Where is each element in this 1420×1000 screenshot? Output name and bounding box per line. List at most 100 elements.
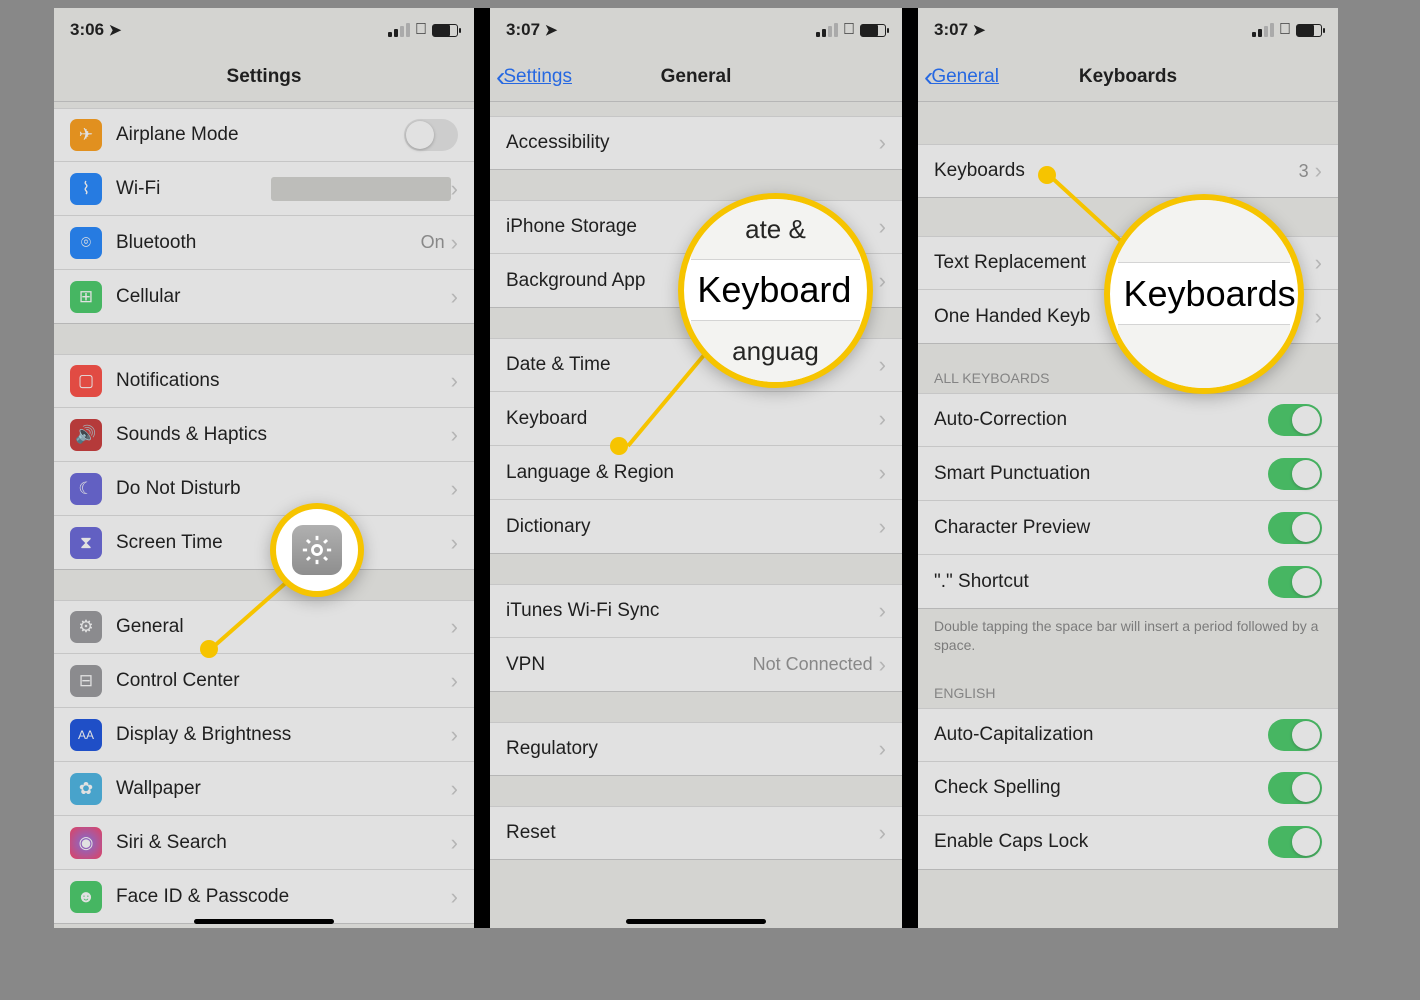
dnd-icon: ☾	[70, 473, 102, 505]
mag-text: anguag	[732, 336, 819, 367]
back-label: General	[931, 66, 999, 88]
row-label: Dictionary	[506, 516, 879, 538]
settings-gear-icon	[292, 525, 342, 575]
row-check-spelling[interactable]: Check Spelling	[918, 762, 1338, 816]
airplane-toggle[interactable]	[404, 119, 458, 151]
screentime-icon: ⧗	[70, 527, 102, 559]
row-itunes-sync[interactable]: iTunes Wi-Fi Sync›	[490, 584, 902, 638]
chevron-right-icon: ›	[451, 776, 458, 802]
row-sounds[interactable]: 🔊 Sounds & Haptics ›	[54, 408, 474, 462]
row-label: Enable Caps Lock	[934, 831, 1268, 853]
row-label: Control Center	[116, 670, 451, 692]
row-smart-punctuation[interactable]: Smart Punctuation	[918, 447, 1338, 501]
row-auto-cap[interactable]: Auto-Capitalization	[918, 708, 1338, 762]
row-wallpaper[interactable]: ✿ Wallpaper ›	[54, 762, 474, 816]
row-language-region[interactable]: Language & Region›	[490, 446, 902, 500]
row-notifications[interactable]: ▢ Notifications ›	[54, 354, 474, 408]
row-label: Airplane Mode	[116, 124, 404, 146]
chevron-right-icon: ›	[879, 460, 886, 486]
row-siri[interactable]: ◉ Siri & Search ›	[54, 816, 474, 870]
back-button[interactable]: ‹General	[924, 52, 999, 102]
row-dictionary[interactable]: Dictionary›	[490, 500, 902, 554]
row-label: iTunes Wi-Fi Sync	[506, 600, 879, 622]
location-icon: ➤	[545, 21, 558, 39]
battery-icon	[1296, 24, 1322, 37]
row-keyboard[interactable]: Keyboard›	[490, 392, 902, 446]
chevron-right-icon: ›	[879, 514, 886, 540]
row-label: Bluetooth	[116, 232, 421, 254]
row-label: Character Preview	[934, 517, 1268, 539]
location-icon: ➤	[109, 21, 122, 39]
row-label: Smart Punctuation	[934, 463, 1268, 485]
wifi-status-icon: 􀙇	[1279, 21, 1291, 39]
row-label: Do Not Disturb	[116, 478, 451, 500]
toggle[interactable]	[1268, 566, 1322, 598]
chevron-right-icon: ›	[451, 530, 458, 556]
toggle[interactable]	[1268, 512, 1322, 544]
chevron-right-icon: ›	[451, 668, 458, 694]
row-auto-correction[interactable]: Auto-Correction	[918, 393, 1338, 447]
status-bar: 3:06 ➤ 􀙇	[54, 8, 474, 52]
row-accessibility[interactable]: Accessibility›	[490, 116, 902, 170]
nav-bar: ‹General Keyboards	[918, 52, 1338, 102]
callout-magnifier	[270, 503, 364, 597]
row-screentime[interactable]: ⧗ Screen Time ›	[54, 516, 474, 570]
row-caps-lock[interactable]: Enable Caps Lock	[918, 816, 1338, 870]
wifi-status-icon: 􀙇	[843, 21, 855, 39]
row-vpn[interactable]: VPNNot Connected›	[490, 638, 902, 692]
wifi-icon: ⌇	[70, 173, 102, 205]
row-keyboards[interactable]: Keyboards3›	[918, 144, 1338, 198]
toggle[interactable]	[1268, 772, 1322, 804]
page-title: General	[661, 66, 732, 88]
sounds-icon: 🔊	[70, 419, 102, 451]
phone-general: 3:07 ➤ 􀙇 ‹Settings General Accessibility…	[482, 8, 910, 928]
chevron-right-icon: ›	[879, 736, 886, 762]
row-wifi[interactable]: ⌇ Wi-Fi ›	[54, 162, 474, 216]
row-faceid[interactable]: ☻ Face ID & Passcode ›	[54, 870, 474, 924]
toggle[interactable]	[1268, 719, 1322, 751]
back-button[interactable]: ‹Settings	[496, 52, 572, 102]
chevron-right-icon: ›	[879, 406, 886, 432]
chevron-right-icon: ›	[879, 268, 886, 294]
toggle[interactable]	[1268, 826, 1322, 858]
wifi-status-icon: 􀙇	[415, 21, 427, 39]
row-reset[interactable]: Reset›	[490, 806, 902, 860]
chevron-right-icon: ›	[451, 284, 458, 310]
row-bluetooth[interactable]: ⌾ Bluetooth On ›	[54, 216, 474, 270]
row-control-center[interactable]: ⊟ Control Center ›	[54, 654, 474, 708]
control-center-icon: ⊟	[70, 665, 102, 697]
row-display[interactable]: AA Display & Brightness ›	[54, 708, 474, 762]
row-value: On	[421, 232, 445, 253]
row-value: 3	[1299, 161, 1309, 182]
row-char-preview[interactable]: Character Preview	[918, 501, 1338, 555]
row-label: Auto-Correction	[934, 409, 1268, 431]
mag-text: Keyboards	[1124, 273, 1296, 315]
page-title: Settings	[227, 66, 302, 88]
home-indicator	[626, 919, 766, 924]
row-label: Sounds & Haptics	[116, 424, 451, 446]
chevron-right-icon: ›	[879, 130, 886, 156]
chevron-right-icon: ›	[451, 476, 458, 502]
signal-icon	[388, 23, 410, 37]
row-cellular[interactable]: ⊞ Cellular ›	[54, 270, 474, 324]
nav-bar: ‹Settings General	[490, 52, 902, 102]
location-icon: ➤	[973, 21, 986, 39]
toggle[interactable]	[1268, 458, 1322, 490]
toggle[interactable]	[1268, 404, 1322, 436]
chevron-right-icon: ›	[879, 214, 886, 240]
status-bar: 3:07 ➤ 􀙇	[490, 8, 902, 52]
row-regulatory[interactable]: Regulatory›	[490, 722, 902, 776]
row-label: Keyboards	[934, 160, 1299, 182]
row-dnd[interactable]: ☾ Do Not Disturb ›	[54, 462, 474, 516]
bluetooth-icon: ⌾	[70, 227, 102, 259]
row-label: "." Shortcut	[934, 571, 1268, 593]
row-airplane-mode[interactable]: ✈ Airplane Mode	[54, 108, 474, 162]
cellular-icon: ⊞	[70, 281, 102, 313]
row-general[interactable]: ⚙ General ›	[54, 600, 474, 654]
row-period-shortcut[interactable]: "." Shortcut	[918, 555, 1338, 609]
mag-text: Keyboard	[697, 269, 851, 311]
row-label: Siri & Search	[116, 832, 451, 854]
mag-text: ate &	[745, 214, 806, 245]
chevron-right-icon: ›	[451, 422, 458, 448]
status-time: 3:07	[506, 20, 540, 39]
